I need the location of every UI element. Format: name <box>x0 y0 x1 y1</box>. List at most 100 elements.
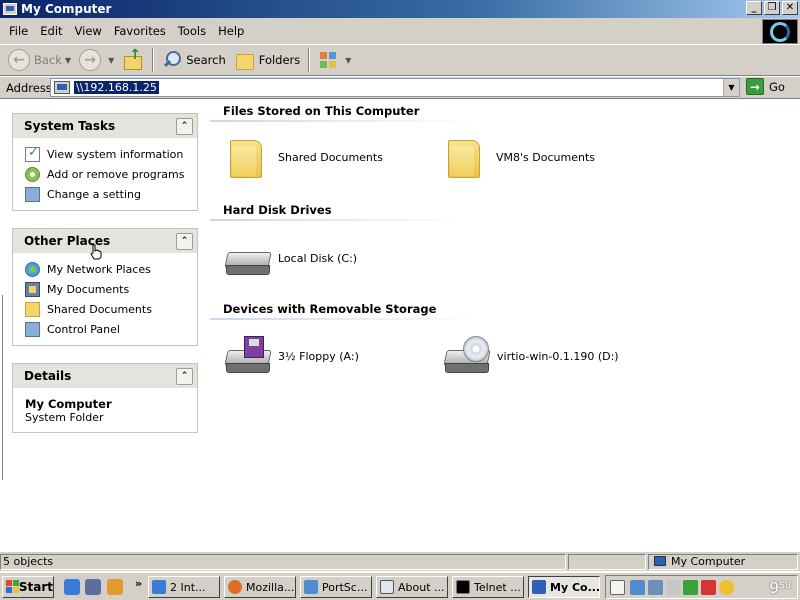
network-icon[interactable] <box>630 580 645 595</box>
folder-icon <box>444 136 482 178</box>
system-tasks-title: System Tasks <box>24 119 116 133</box>
display-icon[interactable] <box>648 580 663 595</box>
task-telnet[interactable]: Telnet ... <box>452 576 524 598</box>
task-label: Change a setting <box>47 187 141 201</box>
toolbar: ← Back ▼ → ▼ Search Folders ▼ <box>0 45 800 76</box>
folders-icon <box>234 50 254 70</box>
quicklaunch-overflow-icon[interactable]: » <box>135 577 142 590</box>
views-icon <box>318 50 342 70</box>
details-header[interactable]: Details ⌃ <box>13 364 197 388</box>
address-dropdown-icon[interactable]: ▼ <box>723 79 739 96</box>
task-my-computer[interactable]: My Co... <box>528 576 600 598</box>
clock[interactable]: 9⁵⁸ <box>769 579 791 597</box>
address-value[interactable]: \\192.168.1.25 <box>74 81 159 94</box>
show-desktop-icon[interactable] <box>85 579 101 595</box>
window-icon <box>380 580 394 594</box>
start-button[interactable]: Start <box>2 576 54 598</box>
place-label: Control Panel <box>47 322 120 336</box>
menu-view[interactable]: View <box>69 24 108 38</box>
back-dropdown-icon[interactable]: ▼ <box>65 56 71 65</box>
address-bar: Address \\192.168.1.25 ▼ → Go <box>0 77 800 99</box>
details-title: Details <box>24 369 72 383</box>
menu-edit[interactable]: Edit <box>34 24 68 38</box>
my-computer-icon <box>3 3 17 15</box>
control-panel-icon <box>25 186 40 202</box>
go-button[interactable]: → Go <box>746 78 785 95</box>
add-remove-programs-icon <box>25 166 40 182</box>
task-ie-group[interactable]: 2 Int... <box>148 576 220 598</box>
windows-throbber-logo <box>762 19 798 44</box>
place-my-documents[interactable]: My Documents <box>25 279 197 299</box>
section-removable-title: Devices with Removable Storage <box>223 302 437 316</box>
forward-button[interactable]: → ▼ <box>75 47 118 73</box>
window-title: My Computer <box>21 2 112 16</box>
status-empty-cell <box>568 554 646 570</box>
item-label: virtio-win-0.1.190 (D:) <box>497 349 619 363</box>
place-shared-documents[interactable]: Shared Documents <box>25 299 197 319</box>
windows-logo-icon <box>6 580 16 594</box>
firewall-icon[interactable] <box>701 580 716 595</box>
media-player-icon[interactable] <box>107 579 123 595</box>
item-label: Local Disk (C:) <box>278 251 358 265</box>
details-item-type: System Folder <box>25 411 104 424</box>
menu-tools[interactable]: Tools <box>172 24 212 38</box>
close-button[interactable]: ✕ <box>782 1 798 15</box>
collapse-chevron-icon[interactable]: ⌃ <box>176 117 193 135</box>
folder-up-icon <box>122 47 144 70</box>
security-icon[interactable] <box>683 580 698 595</box>
menu-bar: File Edit View Favorites Tools Help <box>0 18 800 45</box>
back-button[interactable]: ← Back ▼ <box>4 47 75 73</box>
volume-icon[interactable] <box>666 580 681 595</box>
collapse-chevron-icon[interactable]: ⌃ <box>176 367 193 385</box>
item-vm8-documents[interactable]: VM8's Documents <box>444 136 595 178</box>
item-cd-drive-d[interactable]: virtio-win-0.1.190 (D:) <box>443 336 619 376</box>
place-label: Shared Documents <box>47 302 152 316</box>
task-mozilla[interactable]: Mozilla... <box>224 576 296 598</box>
views-dropdown-icon: ▼ <box>345 55 352 65</box>
up-button[interactable] <box>118 47 148 73</box>
control-panel-icon <box>25 321 40 337</box>
views-button[interactable]: ▼ <box>314 47 355 73</box>
toolbar-separator <box>152 48 155 72</box>
system-tasks-header[interactable]: System Tasks ⌃ <box>13 114 197 138</box>
help-icon[interactable] <box>610 580 625 595</box>
place-my-network-places[interactable]: My Network Places <box>25 259 197 279</box>
taskbar: Start » 2 Int... Mozilla... PortSc... Ab… <box>0 572 800 600</box>
task-add-remove-programs[interactable]: Add or remove programs <box>25 164 197 184</box>
task-pane: System Tasks ⌃ View system information A… <box>0 100 208 550</box>
title-bar[interactable]: My Computer _ ❐ ✕ <box>0 0 800 18</box>
task-view-system-information[interactable]: View system information <box>25 144 197 164</box>
place-label: My Network Places <box>47 262 151 276</box>
task-about[interactable]: About ... <box>376 576 448 598</box>
item-shared-documents[interactable]: Shared Documents <box>226 136 383 178</box>
internet-explorer-icon <box>152 580 166 594</box>
restore-button[interactable]: ❐ <box>764 1 780 15</box>
menu-favorites[interactable]: Favorites <box>108 24 172 38</box>
internet-explorer-icon[interactable] <box>64 579 80 595</box>
network-places-icon <box>25 261 40 277</box>
forward-arrow-icon: → <box>79 49 102 71</box>
menu-file[interactable]: File <box>3 24 34 38</box>
my-computer-icon <box>532 580 546 594</box>
item-local-disk-c[interactable]: Local Disk (C:) <box>224 238 357 278</box>
menu-help[interactable]: Help <box>212 24 250 38</box>
alert-icon[interactable] <box>719 580 734 595</box>
task-change-setting[interactable]: Change a setting <box>25 184 197 204</box>
other-places-header[interactable]: Other Places ⌃ <box>13 229 197 253</box>
forward-dropdown-icon[interactable]: ▼ <box>108 56 114 65</box>
place-control-panel[interactable]: Control Panel <box>25 319 197 339</box>
address-label: Address <box>6 80 52 95</box>
item-floppy-a[interactable]: 3½ Floppy (A:) <box>224 336 359 376</box>
address-input[interactable]: \\192.168.1.25 ▼ <box>50 78 740 97</box>
folders-button[interactable]: Folders <box>230 47 305 73</box>
details-panel: Details ⌃ My Computer System Folder <box>12 363 198 433</box>
minimize-button[interactable]: _ <box>746 1 762 15</box>
left-edge-frame <box>0 295 3 480</box>
system-tasks-panel: System Tasks ⌃ View system information A… <box>12 113 198 211</box>
my-computer-icon <box>654 556 666 566</box>
collapse-chevron-icon[interactable]: ⌃ <box>176 232 193 250</box>
item-label: VM8's Documents <box>496 150 595 164</box>
task-portscan[interactable]: PortSc... <box>300 576 372 598</box>
task-label: Telnet ... <box>474 580 521 594</box>
search-button[interactable]: Search <box>158 47 230 73</box>
